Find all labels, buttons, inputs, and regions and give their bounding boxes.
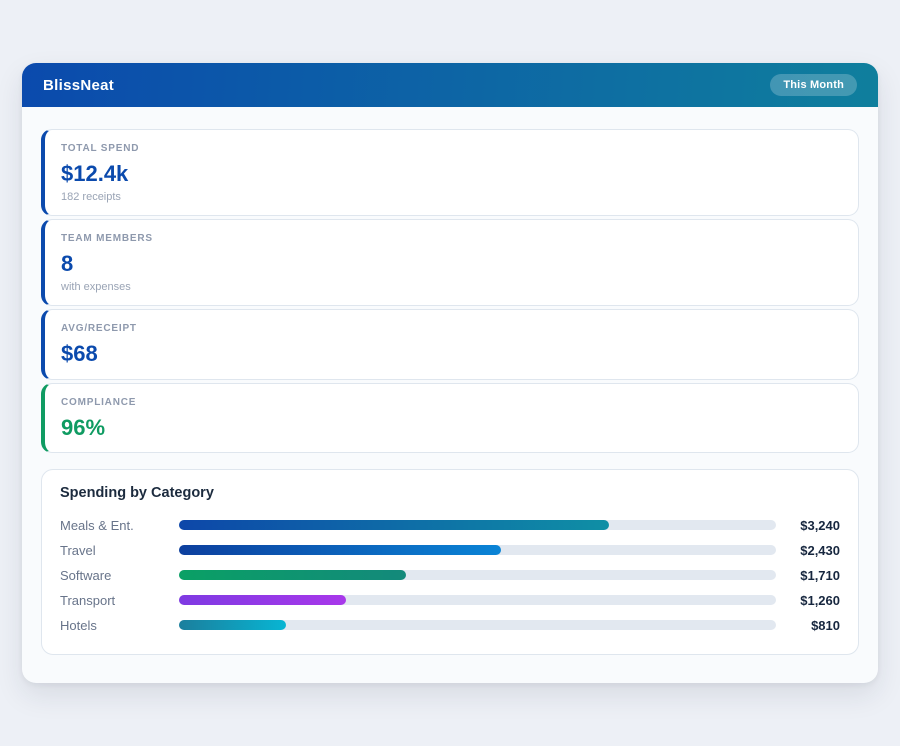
stat-sub: with expenses	[61, 281, 842, 293]
bar-fill	[179, 570, 406, 580]
chart-row-transport: Transport $1,260	[60, 588, 840, 613]
category-value: $3,240	[776, 518, 840, 533]
stat-sub: 182 receipts	[61, 191, 842, 203]
category-value: $1,260	[776, 593, 840, 608]
category-value: $810	[776, 618, 840, 633]
bar-track	[179, 520, 776, 530]
stat-label: TEAM MEMBERS	[61, 233, 842, 244]
dashboard-panel: BlissNeat This Month TOTAL SPEND $12.4k 18…	[22, 63, 878, 683]
stat-value: $68	[61, 342, 842, 366]
stat-label: COMPLIANCE	[61, 397, 842, 408]
category-label: Software	[60, 568, 179, 583]
chart-row-hotels: Hotels $810	[60, 613, 840, 638]
bar-track	[179, 545, 776, 555]
chart-row-software: Software $1,710	[60, 563, 840, 588]
stat-value: 8	[61, 252, 842, 276]
bar-fill	[179, 620, 286, 630]
chart-rows: Meals & Ent. $3,240 Travel $2,430 Software $1…	[60, 513, 840, 638]
category-label: Travel	[60, 543, 179, 558]
category-value: $2,430	[776, 543, 840, 558]
bar-fill	[179, 520, 609, 530]
app-header: BlissNeat This Month	[22, 63, 878, 107]
category-label: Hotels	[60, 618, 179, 633]
stat-card-team-members: TEAM MEMBERS 8 with expenses	[41, 219, 859, 306]
category-value: $1,710	[776, 568, 840, 583]
chart-row-travel: Travel $2,430	[60, 538, 840, 563]
stat-value: 96%	[61, 416, 842, 440]
stat-label: AVG/RECEIPT	[61, 323, 842, 334]
bar-track	[179, 595, 776, 605]
chart-row-meals-ent: Meals & Ent. $3,240	[60, 513, 840, 538]
stats-section: TOTAL SPEND $12.4k 182 receipts TEAM MEMBER…	[41, 129, 859, 453]
stat-card-total-spend: TOTAL SPEND $12.4k 182 receipts	[41, 129, 859, 216]
stat-card-avg-receipt: AVG/RECEIPT $68	[41, 309, 859, 379]
bar-track	[179, 570, 776, 580]
bar-fill	[179, 595, 346, 605]
stat-value: $12.4k	[61, 162, 842, 186]
spending-by-category-card: Spending by Category Meals & Ent. $3,240 T…	[41, 469, 859, 655]
category-label: Transport	[60, 593, 179, 608]
period-badge[interactable]: This Month	[770, 74, 857, 96]
chart-title: Spending by Category	[60, 485, 840, 501]
bar-fill	[179, 545, 501, 555]
panel-content: TOTAL SPEND $12.4k 182 receipts TEAM MEMBER…	[22, 107, 878, 675]
stat-label: TOTAL SPEND	[61, 143, 842, 154]
bar-track	[179, 620, 776, 630]
stat-card-compliance: COMPLIANCE 96%	[41, 383, 859, 453]
app-title: BlissNeat	[43, 77, 114, 94]
category-label: Meals & Ent.	[60, 518, 179, 533]
